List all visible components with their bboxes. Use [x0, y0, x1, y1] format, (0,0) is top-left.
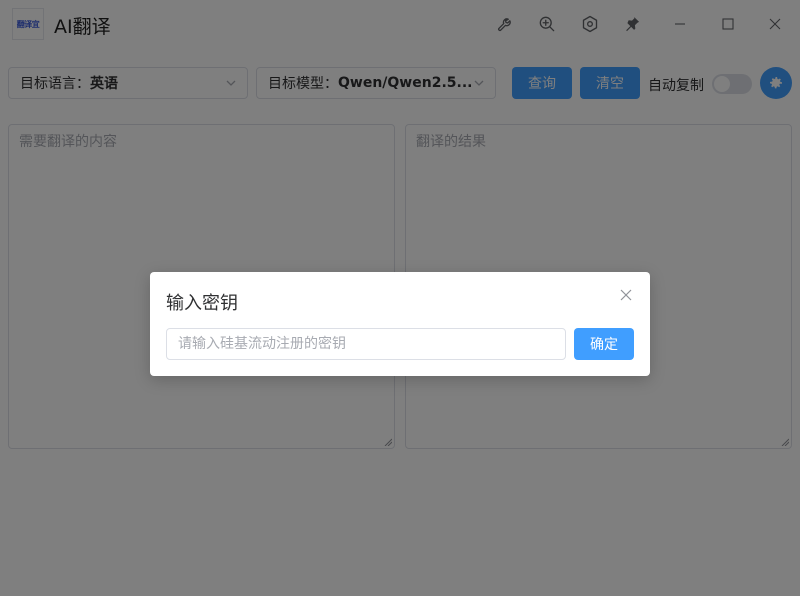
api-key-dialog: 输入密钥 确定 [150, 272, 650, 376]
dialog-title: 输入密钥 [166, 293, 238, 314]
api-key-input[interactable] [166, 328, 566, 360]
confirm-button[interactable]: 确定 [574, 328, 634, 360]
close-icon[interactable] [618, 287, 634, 303]
